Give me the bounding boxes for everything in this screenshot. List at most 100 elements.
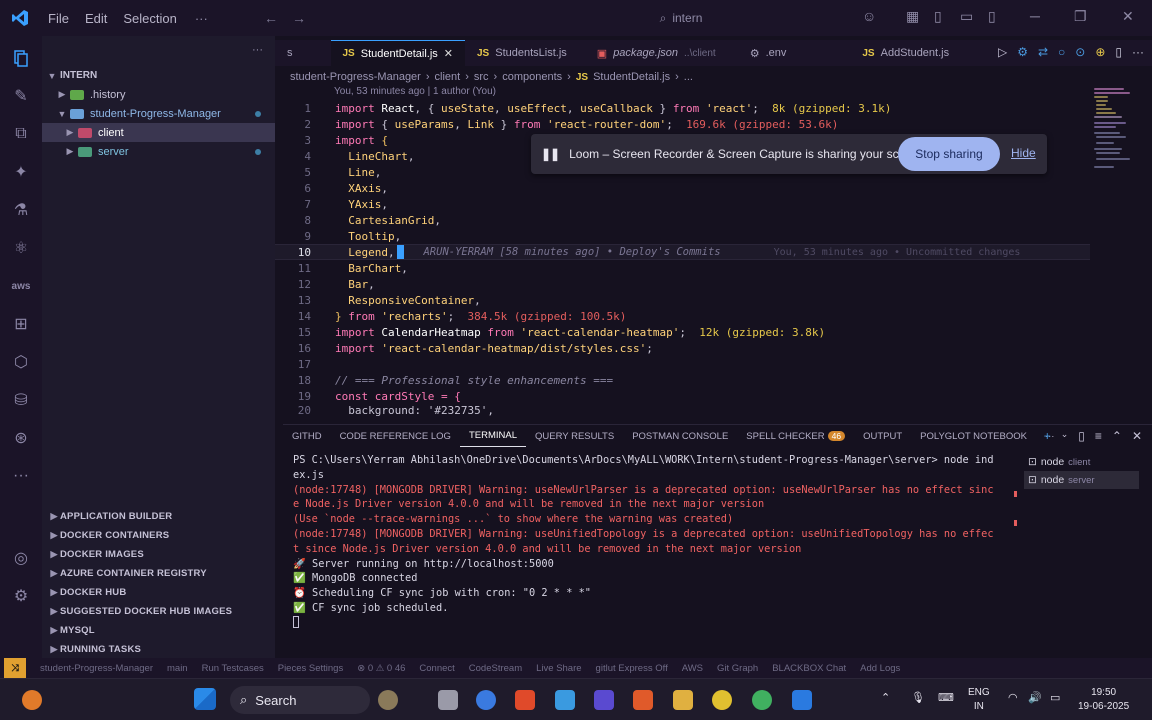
extensions-icon[interactable]: ⊞: [9, 312, 33, 336]
tab-githd[interactable]: GITHD: [283, 425, 331, 447]
remote-icon[interactable]: ⤨: [4, 658, 26, 678]
layout-customize-icon[interactable]: ▦: [906, 8, 919, 25]
terminal-instance-client[interactable]: ⊡ node client: [1024, 453, 1139, 471]
command-center-search[interactable]: ⌕ intern: [536, 8, 826, 28]
menu-more[interactable]: ···: [185, 11, 218, 26]
split-editor-icon[interactable]: ▯: [1115, 45, 1122, 59]
section-application-builder[interactable]: ▶ APPLICATION BUILDER: [42, 507, 275, 526]
store-icon[interactable]: [555, 690, 575, 710]
tree-item-history[interactable]: ▶ .history: [42, 85, 275, 104]
breadcrumb-item[interactable]: client: [435, 71, 461, 83]
pause-icon[interactable]: ❚❚: [541, 147, 560, 161]
toggle-secondary-sidebar-icon[interactable]: ▯: [988, 8, 996, 25]
terminal-app-icon[interactable]: [594, 690, 614, 710]
section-docker-hub[interactable]: ▶ DOCKER HUB: [42, 583, 275, 602]
tab-code-reference-log[interactable]: CODE REFERENCE LOG: [331, 425, 460, 447]
tab-polyglot-notebook[interactable]: POLYGLOT NOTEBOOK: [911, 425, 1036, 447]
testing-flask-icon[interactable]: ⚗: [9, 198, 33, 222]
paint-brush-icon[interactable]: ✎: [9, 84, 33, 108]
tab-students-list[interactable]: JS StudentsList.js: [465, 40, 579, 66]
copilot-icon[interactable]: [476, 690, 496, 710]
start-icon[interactable]: [194, 688, 216, 710]
timeline-icon[interactable]: ○: [1058, 45, 1065, 59]
status-item[interactable]: CodeStream: [469, 663, 522, 674]
terminal-instance-server[interactable]: ⊡ node server: [1024, 471, 1139, 489]
tab-add-student[interactable]: JS AddStudent.js: [798, 40, 961, 66]
volume-icon[interactable]: 🔊: [1028, 691, 1042, 704]
terminal-dropdown-icon[interactable]: ⌄: [1061, 429, 1069, 443]
close-panel-icon[interactable]: ✕: [1132, 429, 1142, 443]
status-problems[interactable]: ⊗ 0 ⚠ 0 46: [357, 663, 405, 674]
open-changes-icon[interactable]: ⊙: [1075, 45, 1085, 59]
explorer-icon[interactable]: [9, 46, 33, 70]
status-item[interactable]: Run Testcases: [202, 663, 264, 674]
stop-sharing-button[interactable]: Stop sharing: [898, 137, 1000, 171]
breadcrumb-item[interactable]: src: [474, 71, 489, 83]
hide-link[interactable]: Hide: [1011, 146, 1036, 160]
close-tab-icon[interactable]: ✕: [444, 47, 453, 60]
tab-output[interactable]: OUTPUT: [854, 425, 911, 447]
panel-menu-icon[interactable]: ≡: [1095, 429, 1102, 443]
wifi-icon[interactable]: ◠: [1008, 691, 1018, 704]
workspace-root[interactable]: ▼ INTERN: [42, 66, 275, 85]
status-item[interactable]: Git Graph: [717, 663, 758, 674]
gitlens-icon[interactable]: ⊛: [9, 426, 33, 450]
run-icon[interactable]: ▷: [998, 45, 1007, 59]
status-item[interactable]: AWS: [682, 663, 703, 674]
tree-item-client[interactable]: ▶ client: [42, 123, 275, 142]
vscode-taskbar-icon[interactable]: [792, 690, 812, 710]
tab-spell-checker[interactable]: SPELL CHECKER 46: [737, 425, 854, 447]
status-branch[interactable]: main: [167, 663, 188, 674]
breadcrumb-item[interactable]: StudentDetail.js: [593, 71, 670, 83]
tab-env[interactable]: ⚙ .env: [728, 40, 799, 66]
widget-icon[interactable]: [22, 690, 42, 710]
tree-item-student-progress-manager[interactable]: ▼ student-Progress-Manager: [42, 104, 275, 123]
database-icon[interactable]: ⛁: [9, 388, 33, 412]
brave-icon[interactable]: [633, 690, 653, 710]
tray-chevron-icon[interactable]: ⌃: [881, 691, 890, 704]
status-item[interactable]: Pieces Settings: [278, 663, 343, 674]
keyboard-icon[interactable]: ⌨: [938, 691, 954, 704]
close-window-icon[interactable]: ✕: [1122, 8, 1134, 25]
file-explorer-icon[interactable]: [673, 690, 693, 710]
status-item[interactable]: BLACKBOX Chat: [772, 663, 846, 674]
codelens-blame[interactable]: You, 53 minutes ago | 1 author (You): [334, 86, 496, 97]
battery-icon[interactable]: ▭: [1050, 691, 1060, 704]
sidebar-more-icon[interactable]: ···: [252, 44, 263, 56]
tab-query-results[interactable]: QUERY RESULTS: [526, 425, 623, 447]
section-mysql[interactable]: ▶ MYSQL: [42, 621, 275, 640]
maximize-panel-icon[interactable]: ⌃: [1112, 429, 1122, 443]
clock[interactable]: 19:50 19-06-2025: [1078, 686, 1129, 714]
maximize-icon[interactable]: ❐: [1074, 8, 1087, 25]
section-running-tasks[interactable]: ▶ RUNNING TASKS: [42, 640, 275, 659]
copilot-icon[interactable]: ☺: [862, 8, 876, 24]
aws-icon[interactable]: aws: [9, 274, 33, 298]
microphone-icon[interactable]: 🎙: [911, 691, 925, 704]
breadcrumb-item[interactable]: student-Progress-Manager: [290, 71, 421, 83]
copilot-edit-icon[interactable]: ⊕: [1095, 45, 1105, 59]
section-suggested-docker-hub-images[interactable]: ▶ SUGGESTED DOCKER HUB IMAGES: [42, 602, 275, 621]
cat-widget-icon[interactable]: [378, 690, 398, 710]
menu-edit[interactable]: Edit: [77, 11, 115, 26]
toggle-sidebar-icon[interactable]: ▯: [934, 8, 942, 25]
toggle-panel-icon[interactable]: ▭: [960, 8, 973, 25]
taskbar-search[interactable]: ⌕ Search: [230, 686, 370, 714]
tab-package-json[interactable]: ▣ package.json ..\client: [579, 40, 728, 66]
remote-explorer-icon[interactable]: ⧉: [9, 122, 33, 146]
status-item[interactable]: Connect: [419, 663, 454, 674]
docker-icon[interactable]: ⬡: [9, 350, 33, 374]
language-indicator[interactable]: ENG IN: [968, 686, 990, 714]
settings-gear-icon[interactable]: ⚙: [9, 584, 33, 608]
chrome-icon[interactable]: [712, 690, 732, 710]
more-actions-icon[interactable]: ···: [1132, 45, 1144, 59]
breadcrumb-item[interactable]: components: [502, 71, 562, 83]
tab-truncated[interactable]: s: [275, 40, 305, 66]
tab-postman-console[interactable]: POSTMAN CONSOLE: [623, 425, 737, 447]
run-debug-icon[interactable]: ⚙: [1017, 45, 1028, 59]
split-terminal-icon[interactable]: ▯: [1078, 429, 1085, 443]
react-atom-icon[interactable]: ⚛: [9, 236, 33, 260]
account-icon[interactable]: ◎: [9, 546, 33, 570]
more-views-icon[interactable]: ···: [9, 464, 33, 488]
section-azure-container-registry[interactable]: ▶ AZURE CONTAINER REGISTRY: [42, 564, 275, 583]
minimize-icon[interactable]: ─: [1030, 8, 1040, 24]
